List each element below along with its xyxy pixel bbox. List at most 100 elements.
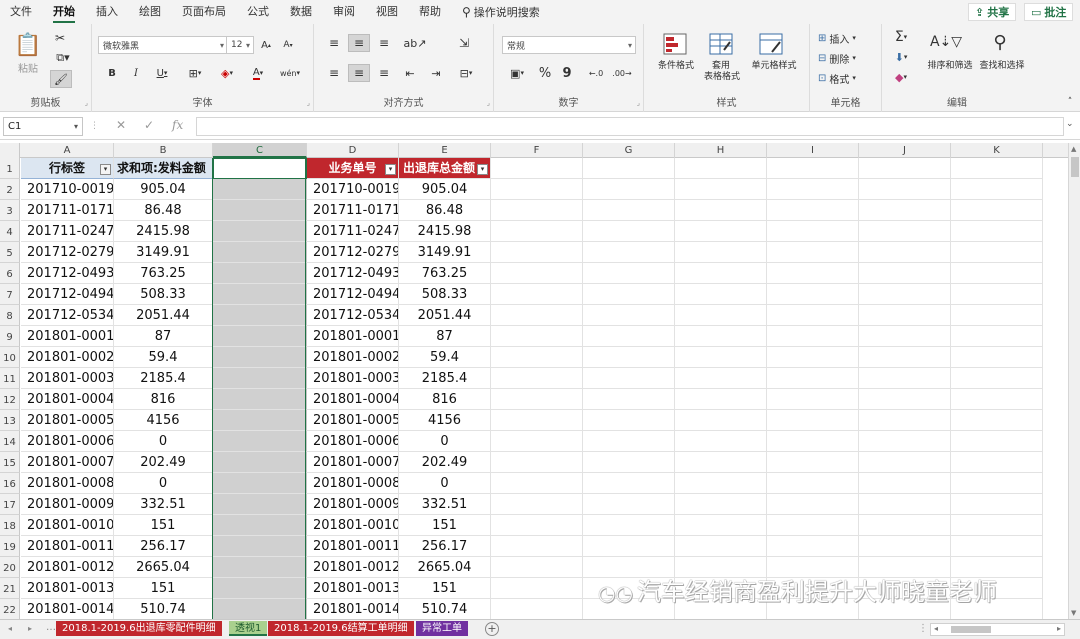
font-color-button[interactable]: A ▾ xyxy=(246,64,270,82)
scroll-down-icon[interactable]: ▼ xyxy=(1071,609,1076,617)
shrink-font-button[interactable]: A ▾ xyxy=(280,36,296,54)
align-bottom-icon[interactable]: ≡ xyxy=(374,34,394,52)
tab-split-handle-icon[interactable]: ⋮ xyxy=(918,623,928,634)
cell-sum-amount[interactable]: 332.51 xyxy=(114,494,213,515)
row-header[interactable]: 12 xyxy=(0,389,20,410)
empty-cell[interactable] xyxy=(583,221,675,242)
phonetic-button[interactable]: wén ▾ xyxy=(276,64,304,82)
empty-cell[interactable] xyxy=(859,179,951,200)
sheet-tab-parts-detail[interactable]: 2018.1-2019.6出退库零配件明细 xyxy=(56,621,222,636)
prev-sheet-icon[interactable]: ◂ xyxy=(8,624,12,633)
cell-total-amount[interactable]: 763.25 xyxy=(399,263,491,284)
empty-cell[interactable] xyxy=(675,221,767,242)
sheet-tab-abnormal-orders[interactable]: 异常工单 xyxy=(416,621,468,636)
cell-row-label[interactable]: 201801-0010 xyxy=(21,515,114,536)
empty-cell[interactable] xyxy=(583,305,675,326)
cell-row-label[interactable]: 201712-0493 xyxy=(21,263,114,284)
number-format-select[interactable]: 常规 ▾ xyxy=(502,36,636,54)
increase-indent-icon[interactable]: ⇥ xyxy=(426,64,446,82)
empty-cell[interactable] xyxy=(859,200,951,221)
empty-cell[interactable] xyxy=(491,557,583,578)
empty-cell[interactable] xyxy=(583,242,675,263)
empty-cell[interactable] xyxy=(767,515,859,536)
cell-business-number[interactable]: 201801-0005 xyxy=(307,410,399,431)
cell-sum-amount[interactable]: 905.04 xyxy=(114,179,213,200)
row-header[interactable]: 7 xyxy=(0,284,20,305)
empty-cell[interactable] xyxy=(491,305,583,326)
total-amount-header[interactable]: 出退库总金额 ▾ xyxy=(399,158,491,179)
empty-cell[interactable] xyxy=(951,242,1043,263)
comma-button[interactable]: 9 xyxy=(560,64,574,82)
empty-cell[interactable] xyxy=(491,578,583,599)
empty-cell[interactable] xyxy=(675,536,767,557)
empty-cell[interactable] xyxy=(583,431,675,452)
cell-total-amount[interactable]: 2415.98 xyxy=(399,221,491,242)
empty-cell[interactable] xyxy=(583,536,675,557)
cell-row-label[interactable]: 201801-0012 xyxy=(21,557,114,578)
cell-business-number[interactable]: 201801-0008 xyxy=(307,473,399,494)
cell-selected-column[interactable] xyxy=(213,431,307,452)
paste-label[interactable]: 粘贴 xyxy=(12,60,44,75)
wrap-text-icon[interactable]: ⇲ xyxy=(454,34,474,52)
cell-total-amount[interactable]: 87 xyxy=(399,326,491,347)
conditional-formatting-icon[interactable] xyxy=(662,32,688,56)
cell-total-amount[interactable]: 816 xyxy=(399,389,491,410)
cell-row-label[interactable]: 201710-0019 xyxy=(21,179,114,200)
empty-cell[interactable] xyxy=(491,431,583,452)
merge-center-icon[interactable]: ⊟ ▾ xyxy=(452,64,480,82)
decrease-decimal-icon[interactable]: .00→ xyxy=(612,64,632,82)
row-header[interactable]: 8 xyxy=(0,305,20,326)
cell-sum-amount[interactable]: 202.49 xyxy=(114,452,213,473)
cell-row-label[interactable]: 201712-0494 xyxy=(21,284,114,305)
cell-business-number[interactable]: 201801-0006 xyxy=(307,431,399,452)
cell-total-amount[interactable]: 2185.4 xyxy=(399,368,491,389)
row-header[interactable]: 1 xyxy=(0,158,20,179)
empty-cell[interactable] xyxy=(583,347,675,368)
empty-cell[interactable] xyxy=(859,263,951,284)
menu-help[interactable]: 帮助 xyxy=(419,0,441,24)
cell-business-number[interactable]: 201801-0011 xyxy=(307,536,399,557)
empty-cell[interactable] xyxy=(491,599,583,619)
sheet-tab-pivot1[interactable]: 透视1 xyxy=(229,621,268,636)
format-painter-icon[interactable]: 🖌 xyxy=(50,70,72,88)
row-header[interactable]: 18 xyxy=(0,515,20,536)
column-header-i[interactable]: I xyxy=(767,143,859,158)
empty-cell[interactable] xyxy=(859,326,951,347)
empty-cell[interactable] xyxy=(951,494,1043,515)
enter-icon[interactable]: ✓ xyxy=(144,118,154,132)
empty-cell[interactable] xyxy=(491,158,583,179)
empty-cell[interactable] xyxy=(767,284,859,305)
cell-row-label[interactable]: 201801-0004 xyxy=(21,389,114,410)
empty-cell[interactable] xyxy=(675,158,767,179)
cell-business-number[interactable]: 201801-0010 xyxy=(307,515,399,536)
underline-button[interactable]: U ▾ xyxy=(150,64,174,82)
row-header[interactable]: 10 xyxy=(0,347,20,368)
empty-cell[interactable] xyxy=(951,200,1043,221)
scroll-left-icon[interactable]: ◂ xyxy=(934,624,938,633)
fill-color-button[interactable]: ◈ ▾ xyxy=(214,64,240,82)
empty-cell[interactable] xyxy=(675,284,767,305)
scroll-right-icon[interactable]: ▸ xyxy=(1057,624,1061,633)
empty-cell[interactable] xyxy=(491,473,583,494)
empty-cell[interactable] xyxy=(859,410,951,431)
format-cells-button[interactable]: ⊡ 格式 ▾ xyxy=(818,70,878,86)
cell-sum-amount[interactable]: 2185.4 xyxy=(114,368,213,389)
empty-cell[interactable] xyxy=(767,158,859,179)
menu-review[interactable]: 审阅 xyxy=(333,0,355,24)
empty-cell[interactable] xyxy=(675,452,767,473)
row-header[interactable]: 16 xyxy=(0,473,20,494)
empty-cell[interactable] xyxy=(951,347,1043,368)
fill-icon[interactable]: ⬇ ▾ xyxy=(890,48,912,66)
empty-cell[interactable] xyxy=(859,242,951,263)
column-header-h[interactable]: H xyxy=(675,143,767,158)
cell-row-label[interactable]: 201711-0171 xyxy=(21,200,114,221)
select-all-corner[interactable] xyxy=(0,143,20,158)
empty-cell[interactable] xyxy=(491,179,583,200)
row-header[interactable]: 19 xyxy=(0,536,20,557)
empty-cell[interactable] xyxy=(951,326,1043,347)
scroll-up-icon[interactable]: ▲ xyxy=(1071,145,1076,153)
cell-total-amount[interactable]: 905.04 xyxy=(399,179,491,200)
cell-row-label[interactable]: 201801-0008 xyxy=(21,473,114,494)
cell-total-amount[interactable]: 3149.91 xyxy=(399,242,491,263)
decrease-indent-icon[interactable]: ⇤ xyxy=(400,64,420,82)
